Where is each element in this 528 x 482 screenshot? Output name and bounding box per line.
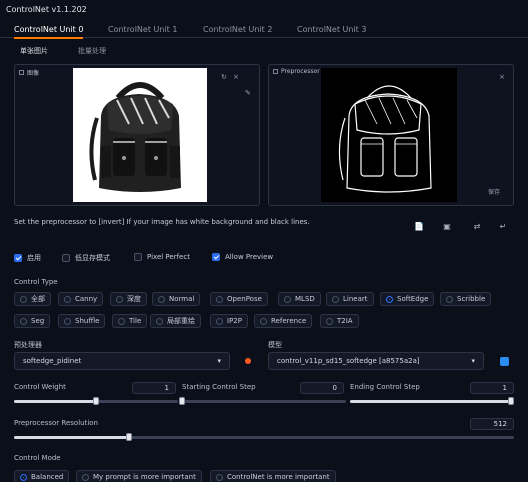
refresh-models-icon[interactable] bbox=[500, 357, 509, 366]
control-type-option[interactable]: MLSD bbox=[278, 292, 321, 306]
webcam-icon[interactable]: ▣ bbox=[442, 222, 452, 232]
low-vram-checkbox[interactable]: 低显存模式 bbox=[62, 253, 110, 263]
starting-step-input[interactable]: 0 bbox=[300, 382, 344, 394]
control-type-option[interactable]: Tile bbox=[112, 314, 148, 328]
control-type-option[interactable]: IP2P bbox=[210, 314, 248, 328]
enable-checkbox[interactable]: 启用 bbox=[14, 253, 41, 263]
edit-icon[interactable]: ✎ bbox=[245, 89, 251, 97]
control-mode-label: Control Mode bbox=[14, 454, 61, 462]
allow-preview-checkbox[interactable]: Allow Preview bbox=[212, 253, 273, 261]
control-type-option-selected[interactable]: SoftEdge bbox=[380, 292, 435, 306]
starting-step-label: Starting Control Step bbox=[182, 383, 256, 391]
starting-step-slider[interactable] bbox=[182, 400, 346, 403]
control-type-option[interactable]: Reference bbox=[254, 314, 313, 328]
control-type-option[interactable]: 全部 bbox=[14, 292, 51, 306]
control-mode-balanced[interactable]: Balanced bbox=[14, 470, 70, 482]
control-type-option[interactable]: T2IA bbox=[320, 314, 359, 328]
resolution-slider-fill bbox=[14, 436, 129, 439]
control-mode-prompt[interactable]: My prompt is more important bbox=[76, 470, 202, 482]
model-label: 模型 bbox=[268, 341, 282, 349]
invert-hint: Set the preprocessor to [invert] If your… bbox=[14, 218, 310, 226]
send-dimensions-icon[interactable]: ↵ bbox=[498, 222, 508, 232]
tab-unit-0[interactable]: ControlNet Unit 0 bbox=[14, 25, 84, 39]
image-panel-label: 图像 bbox=[19, 68, 39, 77]
softedge-preview bbox=[338, 85, 432, 193]
control-type-option[interactable]: Normal bbox=[152, 292, 201, 306]
tab-batch[interactable]: 批量处理 bbox=[78, 46, 106, 56]
preprocessor-label: 预处理器 bbox=[14, 341, 42, 349]
control-mode-controlnet[interactable]: ControlNet is more important bbox=[210, 470, 336, 482]
tab-unit-2[interactable]: ControlNet Unit 2 bbox=[203, 25, 272, 34]
control-type-option[interactable]: OpenPose bbox=[210, 292, 268, 306]
ending-step-slider-fill bbox=[350, 400, 514, 403]
refresh-icon[interactable]: ↻ bbox=[221, 73, 227, 81]
image-icon bbox=[273, 69, 278, 74]
control-weight-input[interactable]: 1 bbox=[132, 382, 176, 394]
chevron-down-icon: ▾ bbox=[471, 357, 475, 365]
close-icon[interactable]: × bbox=[499, 73, 505, 81]
run-preprocessor-icon[interactable] bbox=[245, 358, 251, 364]
pixel-perfect-checkbox[interactable]: Pixel Perfect bbox=[134, 253, 190, 261]
resolution-slider-handle[interactable] bbox=[126, 433, 132, 441]
preview-image bbox=[321, 68, 457, 202]
mirror-icon[interactable]: ⇄ bbox=[472, 222, 482, 232]
tab-unit-3[interactable]: ControlNet Unit 3 bbox=[297, 25, 366, 34]
checkbox-unchecked[interactable] bbox=[62, 254, 70, 262]
control-type-option[interactable]: Shuffle bbox=[58, 314, 106, 328]
tab-single-image[interactable]: 单张图片 bbox=[20, 46, 48, 56]
app-title: ControlNet v1.1.202 bbox=[6, 5, 87, 14]
control-weight-slider-handle[interactable] bbox=[93, 397, 99, 405]
control-type-option[interactable]: Seg bbox=[14, 314, 51, 328]
checkbox-checked[interactable] bbox=[212, 253, 220, 261]
control-weight-slider-fill bbox=[14, 400, 96, 403]
close-icon[interactable]: × bbox=[233, 73, 239, 81]
model-select[interactable]: control_v11p_sd15_softedge [a8575a2a] ▾ bbox=[268, 352, 484, 370]
control-type-option[interactable]: 局部重绘 bbox=[150, 314, 201, 328]
unit-tabs: ControlNet Unit 0 ControlNet Unit 1 Cont… bbox=[0, 22, 528, 39]
ending-step-input[interactable]: 1 bbox=[470, 382, 514, 394]
control-type-option[interactable]: 深度 bbox=[110, 292, 147, 306]
save-button[interactable]: 保存 bbox=[488, 187, 500, 196]
backpack-photo bbox=[89, 82, 181, 192]
control-type-label: Control Type bbox=[14, 278, 58, 286]
control-type-option[interactable]: Scribble bbox=[440, 292, 492, 306]
preprocessor-select[interactable]: softedge_pidinet ▾ bbox=[14, 352, 230, 370]
checkbox-unchecked[interactable] bbox=[134, 253, 142, 261]
resolution-label: Preprocessor Resolution bbox=[14, 419, 98, 427]
image-icon bbox=[19, 70, 24, 75]
preprocessor-preview-panel: Preprocessor Preview × 保存 bbox=[268, 64, 514, 206]
resolution-input[interactable]: 512 bbox=[470, 418, 514, 430]
control-type-option[interactable]: Lineart bbox=[326, 292, 374, 306]
tab-unit-1[interactable]: ControlNet Unit 1 bbox=[108, 25, 177, 34]
image-upload-panel[interactable]: 图像 ↻ × ✎ bbox=[14, 64, 260, 206]
ending-step-label: Ending Control Step bbox=[350, 383, 420, 391]
chevron-down-icon: ▾ bbox=[217, 357, 221, 365]
control-weight-label: Control Weight bbox=[14, 383, 66, 391]
new-canvas-icon[interactable]: 📄 bbox=[414, 222, 424, 232]
checkbox-checked[interactable] bbox=[14, 254, 22, 262]
ending-step-slider-handle[interactable] bbox=[508, 397, 514, 405]
starting-step-slider-handle[interactable] bbox=[179, 397, 185, 405]
control-type-option[interactable]: Canny bbox=[58, 292, 104, 306]
input-image bbox=[73, 68, 207, 202]
